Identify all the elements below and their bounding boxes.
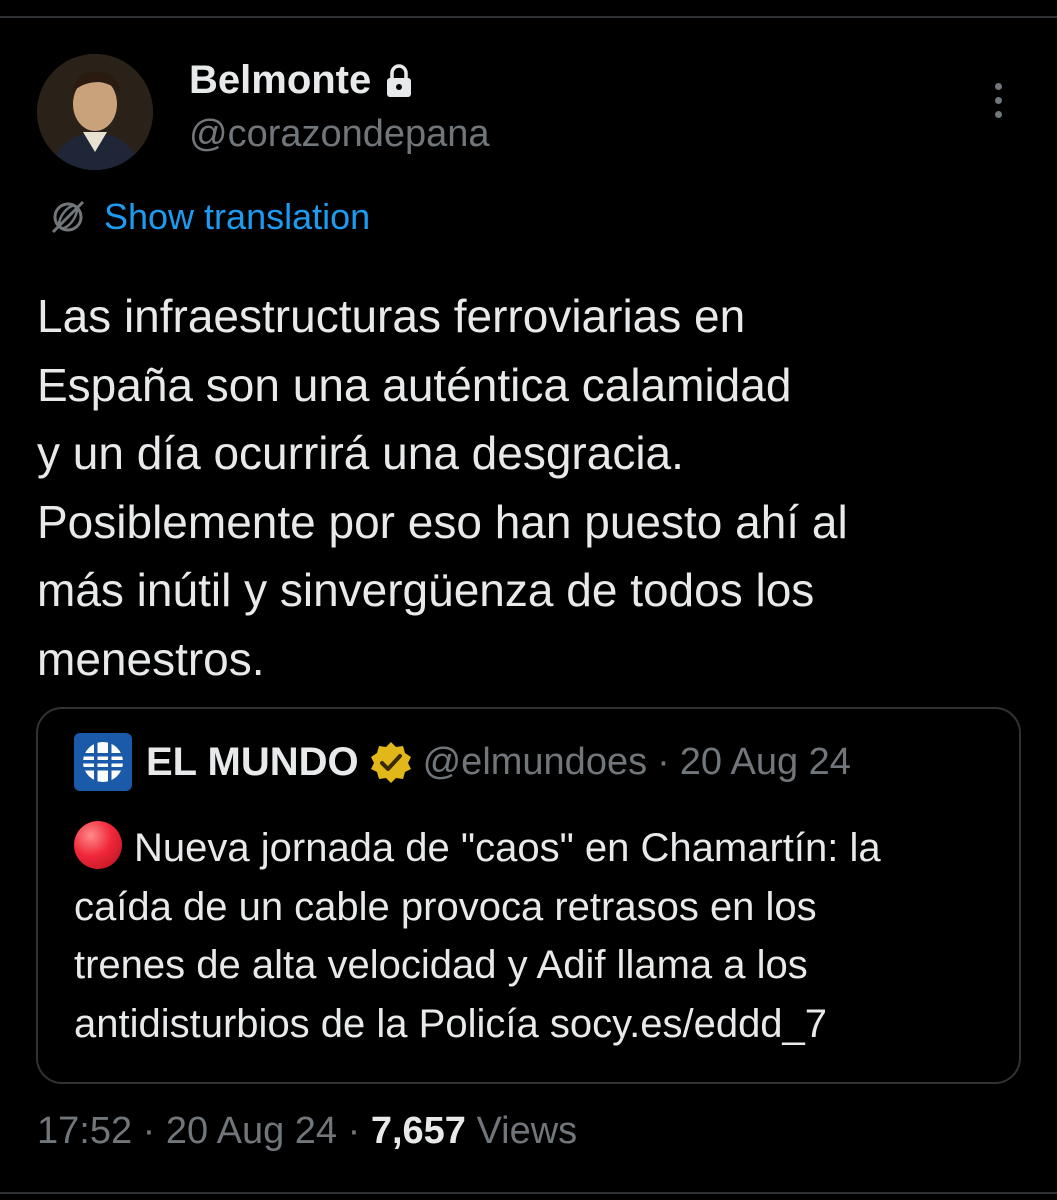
translate-globe-icon (51, 200, 85, 234)
author-display-name[interactable]: Belmonte (189, 58, 371, 103)
avatar[interactable] (37, 54, 153, 170)
quoted-text-line: antidisturbios de la Policía socy.es/edd… (74, 1001, 828, 1046)
top-divider (0, 16, 1057, 18)
show-translation-label[interactable]: Show translation (104, 196, 370, 238)
tweet-time[interactable]: 17:52 (37, 1110, 132, 1152)
quoted-tweet-card[interactable]: EL MUNDO @elmundoes · 20 Aug 24 Nueva jo… (36, 707, 1021, 1084)
show-translation-link[interactable]: Show translation (48, 196, 370, 238)
meta-separator: · (347, 1110, 361, 1152)
quoted-tweet-date[interactable]: 20 Aug 24 (680, 741, 851, 784)
quoted-author-handle[interactable]: @elmundoes (423, 741, 647, 784)
avatar-portrait (37, 54, 153, 170)
quoted-tweet-text: Nueva jornada de "caos" en Chamartín: la… (74, 819, 1004, 1053)
quoted-text-line: Nueva jornada de "caos" en Chamartín: la (134, 826, 881, 870)
tweet-text: Las infraestructuras ferroviarias en Esp… (37, 282, 1027, 693)
tweet-footer-meta: 17:52 · 20 Aug 24 · 7,657 Views (37, 1110, 577, 1153)
views-count[interactable]: 7,657 (371, 1110, 466, 1152)
quoted-text-line: trenes de alta velocidad y Adif llama a … (74, 943, 808, 987)
quoted-author-name[interactable]: EL MUNDO (146, 740, 359, 785)
red-circle-icon (74, 821, 122, 869)
meta-separator: · (142, 1110, 156, 1152)
more-vertical-icon[interactable] (980, 78, 1016, 122)
gold-verified-badge-icon (370, 742, 411, 783)
meta-separator: · (657, 740, 670, 783)
tweet-text-line: y un día ocurrirá una desgracia. (37, 427, 684, 479)
tweet-date[interactable]: 20 Aug 24 (166, 1110, 337, 1152)
tweet-text-line: Posiblemente por eso han puesto ahí al (37, 495, 848, 548)
author-display-name-row[interactable]: Belmonte (189, 58, 413, 103)
el-mundo-logo[interactable] (74, 733, 132, 791)
tweet-text-line: menestros. (37, 632, 265, 685)
tweet-text-line: más inútil y sinvergüenza de todos los (37, 564, 815, 616)
tweet-text-line: España son una auténtica calamidad (37, 358, 792, 411)
lock-icon (387, 63, 412, 97)
tweet-text-line: Las infraestructuras ferroviarias en (37, 290, 746, 342)
quoted-text-line: caída de un cable provoca retrasos en lo… (74, 884, 817, 929)
views-label[interactable]: Views (476, 1110, 577, 1152)
author-handle[interactable]: @corazondepana (189, 113, 490, 156)
quoted-tweet-header: EL MUNDO @elmundoes · 20 Aug 24 (74, 733, 851, 791)
bottom-divider (0, 1192, 1057, 1194)
